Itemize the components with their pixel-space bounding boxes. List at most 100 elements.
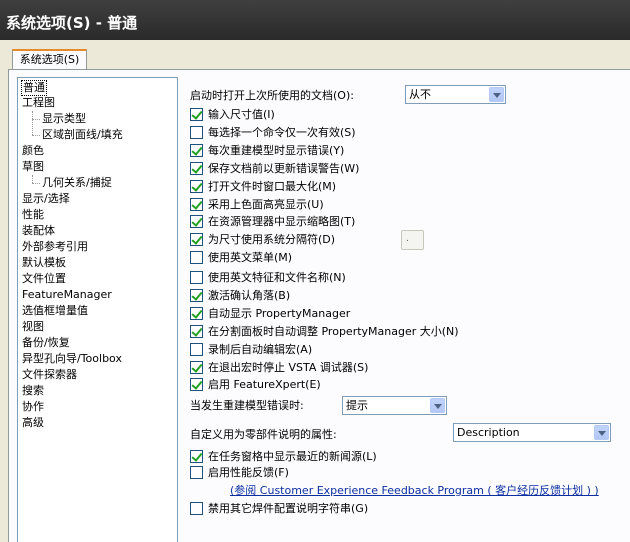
tree-item-display-selection[interactable]: 显示/选择 (22, 192, 70, 206)
title-bar: 系统选项(S) - 普通 (0, 0, 630, 40)
checkbox-edit-macro-after-record[interactable] (190, 342, 203, 356)
rebuild-error-select[interactable]: 提示 (342, 396, 447, 415)
rebuild-row: 当发生重建模型错误时: (190, 397, 304, 413)
tree-connector (32, 175, 33, 183)
option-row[interactable]: 使用英文特征和文件名称(N) (190, 269, 346, 285)
feedback-link-row: (参阅 Customer Experience Feedback Program… (230, 482, 599, 498)
tree-item-general[interactable]: 普通 (21, 80, 47, 96)
tree-item-featuremanager[interactable]: FeatureManager (22, 288, 112, 302)
checkbox-confirmation-corner[interactable] (190, 288, 203, 302)
option-row[interactable]: 每次重建模型时显示错误(Y) (190, 142, 344, 158)
checkbox-input-dimension-value[interactable] (190, 107, 203, 121)
custom-property-select[interactable]: Description (453, 423, 611, 442)
option-label: 在退出宏时停止 VSTA 调试器(S) (208, 361, 369, 374)
checkbox-performance-feedback[interactable] (190, 465, 203, 479)
tree-item-performance[interactable]: 性能 (22, 208, 44, 222)
tree-item-relations-snaps[interactable]: 几何关系/捕捉 (42, 176, 112, 190)
chevron-down-icon[interactable] (430, 398, 445, 413)
option-row[interactable]: 使用英文菜单(M) (190, 249, 292, 265)
checkbox-show-news-feeds[interactable] (190, 449, 203, 463)
tree-item-file-locations[interactable]: 文件位置 (22, 272, 66, 286)
option-row[interactable]: 采用上色面高亮显示(U) (190, 196, 324, 212)
checkbox-english-feature-names[interactable] (190, 270, 203, 284)
startup-select-value: 从不 (409, 88, 431, 101)
option-row[interactable]: 启用性能反馈(F) (190, 464, 289, 480)
startup-select[interactable]: 从不 (405, 85, 506, 104)
option-label: 打开文件时窗口最大化(M) (208, 180, 337, 193)
option-row[interactable]: 在退出宏时停止 VSTA 调试器(S) (190, 359, 368, 375)
tab-system-options[interactable]: 系统选项(S) (12, 49, 87, 70)
tree-item-advanced[interactable]: 高级 (22, 416, 44, 430)
separator-char: . (406, 234, 409, 244)
option-label: 激活确认角落(B) (208, 289, 291, 302)
option-label: 使用英文菜单(M) (208, 251, 293, 264)
startup-row: 启动时打开上次所使用的文档(O): (190, 87, 354, 103)
option-label: 在资源管理器中显示缩略图(T) (208, 215, 356, 228)
checkbox-explorer-thumbnails[interactable] (190, 214, 203, 228)
option-label: 在分割面板时自动调整 PropertyManager 大小(N) (208, 325, 459, 338)
checkbox-single-command[interactable] (190, 125, 203, 139)
option-label: 每次重建模型时显示错误(Y) (208, 144, 345, 157)
tree-item-collaboration[interactable]: 协作 (22, 400, 44, 414)
option-label: 在任务窗格中显示最近的新闻源(L) (208, 450, 377, 463)
tree-connector (32, 119, 40, 120)
chevron-down-icon[interactable] (594, 425, 609, 440)
option-row[interactable]: 录制后自动编辑宏(A) (190, 341, 312, 357)
option-row[interactable]: 在分割面板时自动调整 PropertyManager 大小(N) (190, 323, 459, 339)
tree-item-hole-wizard-toolbox[interactable]: 异型孔向导/Toolbox (22, 352, 122, 366)
checkbox-system-separator[interactable] (190, 232, 203, 246)
custom-prop-label: 自定义用为零部件说明的属性: (190, 428, 337, 441)
option-row[interactable]: 禁用其它焊件配置说明字符串(G) (190, 500, 368, 516)
tree-item-sketch[interactable]: 草图 (22, 160, 44, 174)
checkbox-warn-before-save[interactable] (190, 161, 203, 175)
tree-connector (32, 183, 40, 184)
tree-item-display-type[interactable]: 显示类型 (42, 112, 86, 126)
option-row[interactable]: 激活确认角落(B) (190, 287, 290, 303)
chevron-down-icon[interactable] (489, 87, 504, 102)
tree-item-search[interactable]: 搜索 (22, 384, 44, 398)
category-tree[interactable]: 普通 工程图 显示类型 区域剖面线/填充 颜色 草图 几何关系/捕捉 显示/选择… (17, 77, 178, 542)
custom-prop-row: 自定义用为零部件说明的属性: (190, 426, 337, 442)
option-label: 为尺寸使用系统分隔符(D) (208, 233, 336, 246)
tree-item-spin-box-increments[interactable]: 选值框增量值 (22, 304, 88, 318)
option-row[interactable]: 在任务窗格中显示最近的新闻源(L) (190, 448, 377, 464)
checkbox-shaded-face-highlight[interactable] (190, 197, 203, 211)
tree-item-external-references[interactable]: 外部参考引用 (22, 240, 88, 254)
checkbox-english-menus[interactable] (190, 250, 203, 264)
tree-item-backup-recover[interactable]: 备份/恢复 (22, 336, 70, 350)
option-label: 每选择一个命令仅一次有效(S) (208, 126, 356, 139)
option-row[interactable]: 打开文件时窗口最大化(M) (190, 178, 336, 194)
rebuild-select-value: 提示 (346, 399, 368, 412)
option-label: 输入尺寸值(I) (208, 108, 275, 121)
option-row[interactable]: 为尺寸使用系统分隔符(D) (190, 231, 335, 247)
option-row[interactable]: 保存文档前以更新错误警告(W) (190, 160, 359, 176)
checkbox-auto-show-propertymanager[interactable] (190, 306, 203, 320)
checkbox-show-errors-rebuild[interactable] (190, 143, 203, 157)
option-label: 启用 FeatureXpert(E) (208, 378, 321, 391)
tree-connector (32, 135, 40, 136)
separator-field[interactable]: . (401, 230, 424, 250)
tree-item-default-templates[interactable]: 默认模板 (22, 256, 66, 270)
tree-item-view[interactable]: 视图 (22, 320, 44, 334)
checkbox-disable-weldment-strings[interactable] (190, 501, 203, 515)
rebuild-label: 当发生重建模型错误时: (190, 399, 304, 412)
tree-item-area-hatch[interactable]: 区域剖面线/填充 (42, 128, 123, 142)
checkbox-stop-vsta-debugger[interactable] (190, 360, 203, 374)
tree-item-file-explorer[interactable]: 文件探索器 (22, 368, 77, 382)
feedback-program-link[interactable]: (参阅 Customer Experience Feedback Program… (230, 482, 599, 498)
option-row[interactable]: 每选择一个命令仅一次有效(S) (190, 124, 356, 140)
option-row[interactable]: 启用 FeatureXpert(E) (190, 376, 321, 392)
option-label: 启用性能反馈(F) (208, 466, 289, 479)
checkbox-enable-featurexpert[interactable] (190, 377, 203, 391)
checkbox-auto-size-propertymanager[interactable] (190, 324, 203, 338)
option-label: 使用英文特征和文件名称(N) (208, 271, 346, 284)
tree-item-drawings[interactable]: 工程图 (22, 96, 55, 110)
checkbox-maximize-on-open[interactable] (190, 179, 203, 193)
option-label: 禁用其它焊件配置说明字符串(G) (208, 502, 369, 515)
tree-item-assemblies[interactable]: 装配体 (22, 224, 55, 238)
option-row[interactable]: 自动显示 PropertyManager (190, 305, 350, 321)
option-row[interactable]: 在资源管理器中显示缩略图(T) (190, 213, 355, 229)
option-row[interactable]: 输入尺寸值(I) (190, 106, 275, 122)
window-title: 系统选项(S) - 普通 (6, 14, 138, 32)
tree-item-colors[interactable]: 颜色 (22, 144, 44, 158)
